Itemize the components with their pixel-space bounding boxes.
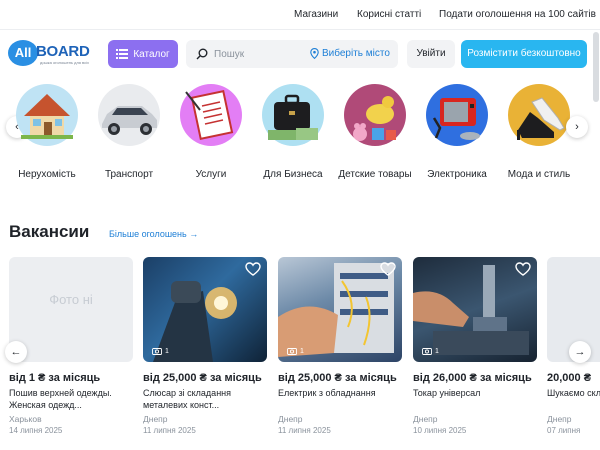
category-label: Нерухомість <box>18 169 76 180</box>
shoes-icon <box>508 84 570 146</box>
location-pin-icon <box>310 48 319 59</box>
login-button[interactable]: Увійти <box>407 40 455 68</box>
listing-date: 14 липня 2025 <box>9 426 63 435</box>
category-real-estate[interactable]: Нерухомість <box>8 84 86 181</box>
listing-image: 1 <box>278 257 402 362</box>
listings-next-button[interactable]: → <box>569 341 591 363</box>
topbar-link-articles[interactable]: Корисні статті <box>357 9 421 20</box>
listing-date: 07 липня <box>547 426 581 435</box>
listing-price: від 1 ₴ за місяць <box>9 372 101 384</box>
electronics-icon <box>426 84 488 146</box>
search-input[interactable] <box>214 46 304 62</box>
category-fashion[interactable]: Мода и стиль <box>500 84 578 181</box>
city-label: Виберіть місто <box>322 48 390 59</box>
listing-date: 11 липня 2025 <box>143 426 196 435</box>
search-bar: Виберіть місто <box>186 40 398 68</box>
listing-image: 1 <box>413 257 537 362</box>
arrow-left-icon: ← <box>10 346 22 358</box>
photo-count: 1 <box>287 347 304 355</box>
listing-card[interactable]: 1 від 25,000 ₴ за місяць Електрик з обла… <box>278 257 402 435</box>
category-label: Детские товары <box>338 169 412 180</box>
listing-date: 11 липня 2025 <box>278 426 331 435</box>
listing-location: Днепр <box>547 414 572 424</box>
listing-title: Слюсар зі складання металевих конст... <box>143 388 232 410</box>
section-title: Вакансии <box>9 222 90 241</box>
category-business[interactable]: Для Бизнеса <box>254 84 332 181</box>
listing-date: 10 липня 2025 <box>413 426 467 435</box>
listing-location: Харьков <box>9 414 42 424</box>
category-label: Услуги <box>195 169 227 180</box>
topbar-link-stores[interactable]: Магазини <box>294 9 338 20</box>
category-services[interactable]: Услуги <box>172 84 250 181</box>
menu-icon <box>116 49 129 59</box>
heart-icon[interactable] <box>515 262 531 276</box>
logo-tagline: дошка оголошень для всіх <box>40 60 90 65</box>
listing-card[interactable]: 1 від 26,000 ₴ за місяць Токар універсал… <box>413 257 537 435</box>
listing-title: Пошив верхней одежды. Женская одежд... <box>9 388 112 410</box>
category-kids[interactable]: Детские товары <box>336 84 414 181</box>
category-label: Электроника <box>427 169 487 180</box>
photo-count: 1 <box>152 347 169 355</box>
listing-title: Токар універсал <box>413 388 481 398</box>
photo-count: 1 <box>422 347 439 355</box>
page-scrollbar[interactable] <box>593 32 599 102</box>
camera-icon <box>287 348 297 355</box>
listing-location: Днепр <box>143 414 168 424</box>
camera-icon <box>152 348 162 355</box>
category-electronics[interactable]: Электроника <box>418 84 496 181</box>
category-label: Транспорт <box>104 169 154 180</box>
house-icon <box>16 84 78 146</box>
toys-icon <box>344 84 406 146</box>
more-listings-link[interactable]: Більше оголошень → <box>109 229 198 239</box>
photo-count-value: 1 <box>165 347 169 355</box>
car-icon <box>98 84 160 146</box>
logo-all: All <box>8 40 38 66</box>
listing-image: Фото ні <box>9 257 133 362</box>
top-bar: Магазини Корисні статті Подати оголошенн… <box>0 0 600 30</box>
listing-location: Днепр <box>413 414 438 424</box>
site-logo[interactable]: All BOARD дошка оголошень для всіх <box>8 40 90 68</box>
chevron-right-icon: › <box>575 121 579 133</box>
listing-price: від 25,000 ₴ за місяць <box>143 372 262 384</box>
heart-icon[interactable] <box>380 262 396 276</box>
arrow-right-icon: → <box>189 229 199 239</box>
arrow-right-icon: → <box>574 346 586 358</box>
listing-card[interactable]: Фото ні від 1 ₴ за місяць Пошив верхней … <box>9 257 133 435</box>
listing-image: 1 <box>143 257 267 362</box>
no-photo-placeholder: Фото ні <box>49 292 93 307</box>
clipboard-icon <box>180 84 242 146</box>
post-ad-button[interactable]: Розмістити безкоштовно <box>461 40 587 68</box>
topbar-link-post-100-sites[interactable]: Подати оголошення на 100 сайтів <box>439 9 596 20</box>
catalog-label: Каталог <box>133 48 170 60</box>
photo-count-value: 1 <box>435 347 439 355</box>
listing-card[interactable]: 1 від 25,000 ₴ за місяць Слюсар зі склад… <box>143 257 267 435</box>
listing-location: Днепр <box>278 414 303 424</box>
city-selector[interactable]: Виберіть місто <box>310 48 390 59</box>
logo-board: BOARD <box>36 43 90 60</box>
listing-price: від 26,000 ₴ за місяць <box>413 372 532 384</box>
listing-price: 20,000 ₴ <box>547 372 592 384</box>
heart-icon[interactable] <box>245 262 261 276</box>
listing-title: Електрик з обладнання <box>278 388 376 398</box>
categories-next-button[interactable]: › <box>566 116 588 138</box>
listing-title: Шукаємо склад <box>547 388 600 398</box>
listing-price: від 25,000 ₴ за місяць <box>278 372 397 384</box>
category-label: Мода и стиль <box>507 169 571 180</box>
catalog-button[interactable]: Каталог <box>108 40 178 68</box>
category-label: Для Бизнеса <box>263 169 323 180</box>
photo-count-value: 1 <box>300 347 304 355</box>
camera-icon <box>422 348 432 355</box>
briefcase-icon <box>262 84 324 146</box>
listings-prev-button[interactable]: ← <box>5 341 27 363</box>
category-transport[interactable]: Транспорт <box>90 84 168 181</box>
more-listings-label: Більше оголошень <box>109 229 187 239</box>
search-icon <box>196 48 208 60</box>
